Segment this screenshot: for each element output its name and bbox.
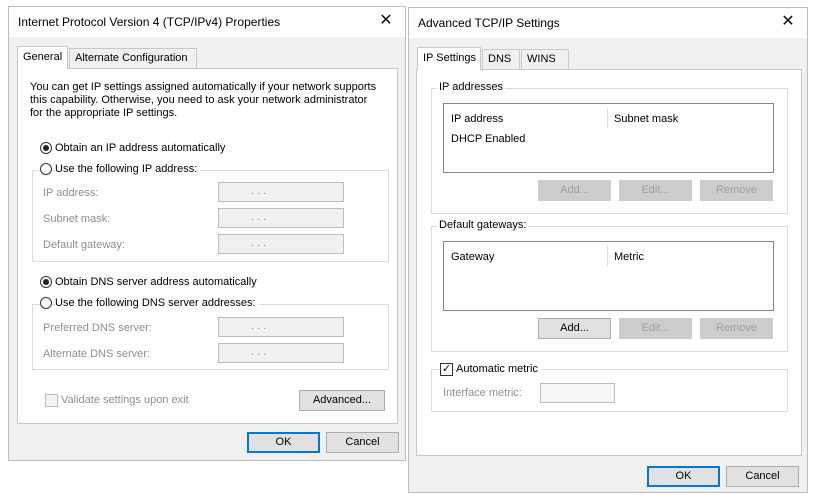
tab-general[interactable]: General	[17, 46, 68, 69]
tab-wins[interactable]: WINS	[521, 49, 569, 69]
description-line-1: You can get IP settings assigned automat…	[30, 81, 377, 93]
description-line-2: this capability. Otherwise, you need to …	[30, 94, 368, 106]
metric-column-header[interactable]: Metric	[614, 251, 644, 263]
alternate-dns-field[interactable]: . . .	[218, 343, 344, 363]
alternate-dns-label: Alternate DNS server:	[43, 348, 150, 360]
subnet-mask-label: Subnet mask:	[43, 213, 111, 225]
ip-address-dots: . . .	[251, 185, 267, 197]
automatic-metric-checkbox[interactable]: ✓	[440, 363, 453, 376]
obtain-dns-auto-radio[interactable]	[40, 276, 52, 288]
title-bar: Advanced TCP/IP Settings ✕	[409, 8, 807, 38]
ipv4-properties-dialog: Internet Protocol Version 4 (TCP/IPv4) P…	[8, 6, 406, 461]
ok-button[interactable]: OK	[247, 432, 320, 453]
gateways-list[interactable]: Gateway Metric	[443, 241, 774, 311]
subnet-mask-field[interactable]: . . .	[218, 208, 344, 228]
interface-metric-label: Interface metric:	[443, 387, 522, 399]
use-following-ip-radio[interactable]	[40, 163, 52, 175]
dialog-title: Advanced TCP/IP Settings	[418, 16, 560, 30]
default-gateways-group-label: Default gateways:	[437, 219, 529, 231]
ip-addresses-list[interactable]: IP address Subnet mask DHCP Enabled	[443, 103, 774, 173]
ip-remove-button[interactable]: Remove	[700, 180, 773, 201]
general-panel: You can get IP settings assigned automat…	[17, 68, 398, 424]
obtain-dns-auto-label[interactable]: Obtain DNS server address automatically	[55, 276, 257, 288]
cancel-button[interactable]: Cancel	[726, 466, 799, 487]
close-icon[interactable]: ✕	[777, 11, 799, 33]
ok-button[interactable]: OK	[647, 466, 720, 487]
tab-alternate-configuration[interactable]: Alternate Configuration	[69, 48, 197, 68]
ip-addresses-group-label: IP addresses	[437, 81, 506, 93]
title-bar: Internet Protocol Version 4 (TCP/IPv4) P…	[9, 7, 405, 37]
preferred-dns-label: Preferred DNS server:	[43, 322, 152, 334]
obtain-ip-auto-radio[interactable]	[40, 142, 52, 154]
default-gateway-dots: . . .	[251, 237, 267, 249]
obtain-ip-auto-label[interactable]: Obtain an IP address automatically	[55, 142, 225, 154]
use-following-dns-radio[interactable]	[40, 297, 52, 309]
description-line-3: for the appropriate IP settings.	[30, 107, 178, 119]
tab-strip: General Alternate Configuration	[17, 46, 397, 69]
use-following-ip-label[interactable]: Use the following IP address:	[55, 163, 201, 175]
gateway-column-header[interactable]: Gateway	[451, 251, 494, 263]
gateway-remove-button[interactable]: Remove	[700, 318, 773, 339]
alternate-dns-dots: . . .	[251, 346, 267, 358]
automatic-metric-label[interactable]: Automatic metric	[456, 363, 541, 375]
advanced-button[interactable]: Advanced...	[299, 390, 385, 411]
ip-address-column-header[interactable]: IP address	[451, 113, 503, 125]
validate-settings-checkbox[interactable]	[45, 394, 58, 407]
dialog-title: Internet Protocol Version 4 (TCP/IPv4) P…	[18, 15, 281, 29]
ip-address-field[interactable]: . . .	[218, 182, 344, 202]
close-icon[interactable]: ✕	[375, 10, 397, 32]
advanced-tcpip-dialog: Advanced TCP/IP Settings ✕ IP Settings D…	[408, 7, 808, 493]
preferred-dns-field[interactable]: . . .	[218, 317, 344, 337]
ip-add-button[interactable]: Add...	[538, 180, 611, 201]
validate-settings-label: Validate settings upon exit	[61, 394, 189, 406]
column-separator	[607, 246, 608, 266]
ip-address-label: IP address:	[43, 187, 99, 199]
checkmark-icon: ✓	[441, 363, 452, 375]
preferred-dns-dots: . . .	[251, 320, 267, 332]
use-following-dns-label[interactable]: Use the following DNS server addresses:	[55, 297, 259, 309]
subnet-mask-column-header[interactable]: Subnet mask	[614, 113, 678, 125]
list-item[interactable]: DHCP Enabled	[451, 133, 525, 145]
tab-ip-settings[interactable]: IP Settings	[417, 47, 481, 70]
ip-edit-button[interactable]: Edit...	[619, 180, 692, 201]
subnet-mask-dots: . . .	[251, 211, 267, 223]
interface-metric-field[interactable]	[540, 383, 615, 403]
default-gateway-label: Default gateway:	[43, 239, 125, 251]
ip-settings-panel: IP addresses IP address Subnet mask DHCP…	[416, 69, 802, 456]
column-separator	[607, 108, 608, 128]
tab-dns[interactable]: DNS	[482, 49, 520, 69]
gateway-add-button[interactable]: Add...	[538, 318, 611, 339]
cancel-button[interactable]: Cancel	[326, 432, 399, 453]
gateway-edit-button[interactable]: Edit...	[619, 318, 692, 339]
default-gateway-field[interactable]: . . .	[218, 234, 344, 254]
tab-strip: IP Settings DNS WINS	[417, 47, 801, 70]
